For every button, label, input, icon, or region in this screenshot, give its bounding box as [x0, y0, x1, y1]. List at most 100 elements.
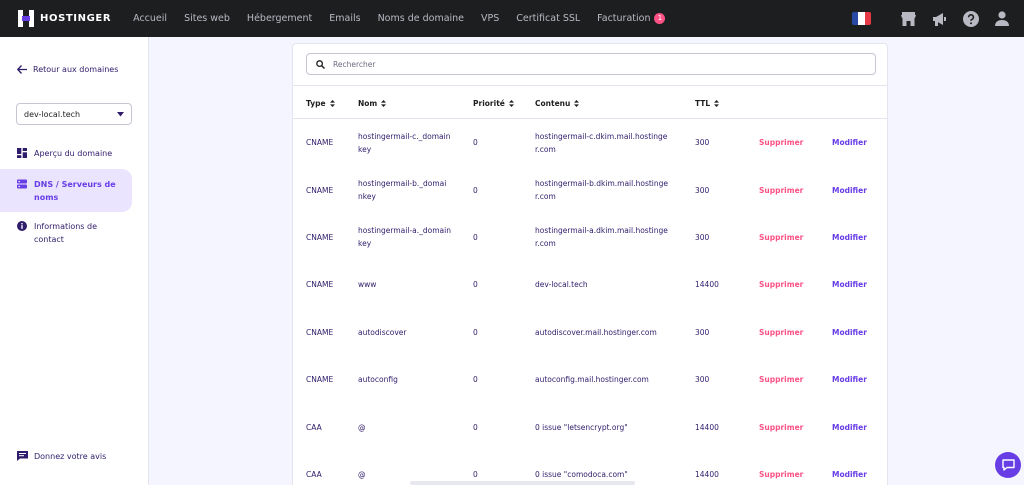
- horizontal-scrollbar[interactable]: [410, 481, 635, 485]
- store-icon[interactable]: [900, 10, 917, 27]
- nav-item-sites-web[interactable]: Sites web: [184, 13, 230, 24]
- hostinger-logo[interactable]: HOSTINGER: [18, 10, 111, 27]
- nav-item-facturation[interactable]: Facturation 1: [597, 13, 666, 24]
- edit-record-button[interactable]: Modifier: [832, 356, 867, 403]
- record-type: CNAME: [306, 185, 334, 195]
- arrow-left-icon: [17, 65, 27, 74]
- record-type: CNAME: [306, 375, 334, 385]
- table-row: CNAME hostingermail-c._domainkey 0 hosti…: [293, 119, 887, 166]
- table-row: CNAME hostingermail-a._domainkey 0 hosti…: [293, 214, 887, 261]
- record-type: CAA: [306, 422, 322, 432]
- delete-record-button[interactable]: Supprimer: [759, 403, 803, 450]
- server-icon: [17, 179, 27, 189]
- nav-item-vps[interactable]: VPS: [481, 13, 499, 24]
- record-name: hostingermail-b._domainkey: [358, 179, 447, 202]
- record-content: 0 issue "comodoca.com": [535, 469, 628, 479]
- sidebar-item-label: Aperçu du domaine: [34, 149, 113, 158]
- record-content: 0 issue "letsencrypt.org": [535, 422, 628, 432]
- record-priority: 0: [473, 375, 478, 385]
- record-content: hostingermail-a.dkim.mail.hostinger.com: [535, 226, 668, 249]
- delete-record-button[interactable]: Supprimer: [759, 166, 803, 213]
- record-name: autoconfig: [358, 375, 398, 385]
- edit-record-button[interactable]: Modifier: [832, 403, 867, 450]
- column-header-label: Nom: [358, 98, 378, 108]
- search-icon: [316, 59, 325, 69]
- feedback-icon: [17, 451, 28, 461]
- record-content: hostingermail-b.dkim.mail.hostinger.com: [535, 179, 669, 202]
- domain-select-value: dev-local.tech: [24, 109, 81, 119]
- nav-item-certificat-ssl[interactable]: Certificat SSL: [516, 13, 580, 24]
- sidebar-item-dns-serveurs-de-noms[interactable]: DNS / Serveurs de noms: [0, 169, 132, 212]
- chat-button[interactable]: [995, 452, 1021, 478]
- column-header-type[interactable]: Type: [306, 86, 335, 120]
- sort-icon: [574, 99, 580, 107]
- delete-record-button[interactable]: Supprimer: [759, 261, 803, 308]
- sidebar-item-label: Informations de contact: [34, 222, 98, 244]
- record-priority: 0: [473, 280, 478, 290]
- edit-record-button[interactable]: Modifier: [832, 166, 867, 213]
- edit-record-button[interactable]: Modifier: [832, 309, 867, 356]
- edit-record-button[interactable]: Modifier: [832, 451, 867, 485]
- table-row: CNAME hostingermail-b._domainkey 0 hosti…: [293, 166, 887, 213]
- feedback-link[interactable]: Donnez votre avis: [17, 451, 106, 461]
- record-ttl: 300: [695, 375, 710, 385]
- table-row: CAA @ 0 0 issue "comodoca.com" 14400 Sup…: [293, 451, 887, 485]
- chat-icon: [1001, 459, 1015, 471]
- column-header-ttl[interactable]: TTL: [695, 86, 720, 120]
- france-flag-icon[interactable]: [852, 12, 871, 25]
- edit-record-button[interactable]: Modifier: [832, 214, 867, 261]
- record-type: CNAME: [306, 232, 334, 242]
- record-type: CNAME: [306, 327, 334, 337]
- nav-item-emails[interactable]: Emails: [329, 13, 360, 24]
- record-name: www: [358, 280, 377, 290]
- help-icon[interactable]: [962, 10, 979, 27]
- back-to-domains-link[interactable]: Retour aux domaines: [17, 65, 118, 74]
- record-priority: 0: [473, 232, 478, 242]
- delete-record-button[interactable]: Supprimer: [759, 451, 803, 485]
- feedback-label: Donnez votre avis: [34, 451, 107, 461]
- dashboard-icon: [17, 148, 27, 158]
- record-ttl: 14400: [695, 469, 719, 479]
- sidebar-item-informations-de-contact[interactable]: Informations de contact: [0, 220, 132, 246]
- table-header: Type Nom Priorité Contenu TTL: [293, 85, 887, 119]
- hostinger-logo-icon: [18, 10, 34, 27]
- top-right-actions: [852, 0, 1010, 37]
- search-box[interactable]: [306, 53, 876, 75]
- edit-record-button[interactable]: Modifier: [832, 119, 867, 166]
- column-header-contenu[interactable]: Contenu: [535, 86, 580, 120]
- delete-record-button[interactable]: Supprimer: [759, 119, 803, 166]
- search-input[interactable]: [333, 59, 853, 69]
- record-name: @: [358, 469, 366, 479]
- megaphone-icon[interactable]: [931, 10, 948, 27]
- sidebar-item-apercu-du-domaine[interactable]: Aperçu du domaine: [0, 147, 132, 160]
- record-type: CAA: [306, 469, 322, 479]
- domain-select[interactable]: dev-local.tech: [16, 103, 132, 125]
- nav-item-noms-de-domaine[interactable]: Noms de domaine: [378, 13, 464, 24]
- top-navigation-bar: HOSTINGER Accueil Sites web Hébergement …: [0, 0, 1024, 37]
- record-name: autodiscover: [358, 327, 407, 337]
- delete-record-button[interactable]: Supprimer: [759, 309, 803, 356]
- sort-icon: [508, 99, 514, 107]
- user-icon[interactable]: [993, 10, 1010, 27]
- sidebar-item-label: DNS / Serveurs de noms: [34, 180, 116, 202]
- delete-record-button[interactable]: Supprimer: [759, 214, 803, 261]
- record-ttl: 300: [695, 327, 710, 337]
- record-priority: 0: [473, 138, 478, 148]
- nav-item-hebergement[interactable]: Hébergement: [247, 13, 312, 24]
- record-name: hostingermail-c._domainkey: [358, 131, 451, 154]
- record-ttl: 14400: [695, 422, 719, 432]
- sort-icon: [329, 99, 335, 107]
- delete-record-button[interactable]: Supprimer: [759, 356, 803, 403]
- dns-records-list: CNAME hostingermail-c._domainkey 0 hosti…: [293, 119, 887, 485]
- column-header-priorite[interactable]: Priorité: [473, 86, 514, 120]
- record-ttl: 300: [695, 232, 710, 242]
- nav-item-accueil[interactable]: Accueil: [133, 13, 167, 24]
- column-header-nom[interactable]: Nom: [358, 86, 387, 120]
- info-icon: [17, 221, 27, 231]
- record-priority: 0: [473, 469, 478, 479]
- record-ttl: 300: [695, 185, 710, 195]
- edit-record-button[interactable]: Modifier: [832, 261, 867, 308]
- sort-icon: [714, 99, 720, 107]
- dns-records-card: Type Nom Priorité Contenu TTL CNAME host…: [292, 43, 888, 485]
- table-row: CNAME autoconfig 0 autoconfig.mail.hosti…: [293, 356, 887, 403]
